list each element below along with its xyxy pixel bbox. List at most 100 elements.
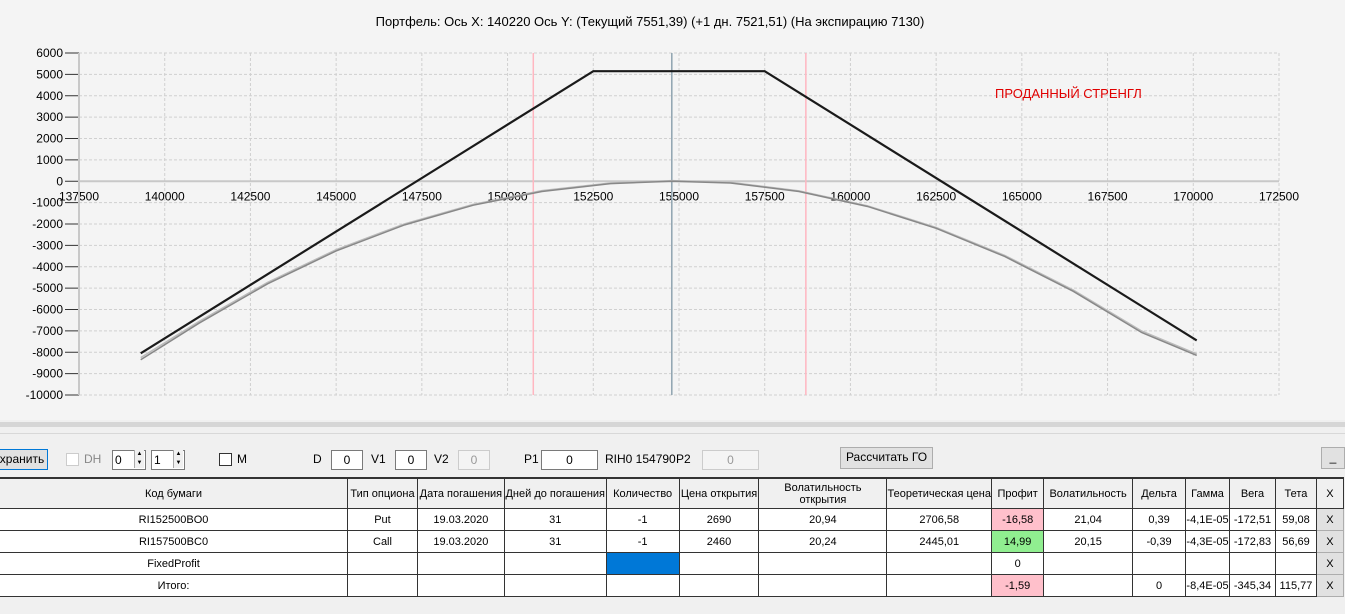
table-cell[interactable]: 2445,01 bbox=[886, 530, 993, 553]
column-header[interactable]: Волатильность bbox=[1043, 477, 1134, 509]
table-cell[interactable]: 20,94 bbox=[758, 508, 888, 531]
table-cell[interactable]: 0 bbox=[991, 552, 1045, 575]
table-cell[interactable]: 14,99 bbox=[991, 530, 1045, 553]
table-cell[interactable]: 2690 bbox=[678, 508, 760, 531]
table-cell[interactable] bbox=[605, 552, 680, 575]
column-header[interactable]: Цена открытия bbox=[678, 477, 760, 509]
table-cell[interactable]: -8,4E-05 bbox=[1185, 574, 1231, 597]
table-cell[interactable]: 0,39 bbox=[1132, 508, 1187, 531]
column-header[interactable]: Тета bbox=[1274, 477, 1317, 509]
table-cell[interactable]: -0,39 bbox=[1132, 530, 1187, 553]
column-header[interactable]: Количество bbox=[605, 477, 680, 509]
table-row: FixedProfit 0 X bbox=[0, 552, 1345, 575]
strategy-annotation: ПРОДАННЫЙ СТРЕНГЛ bbox=[995, 86, 1142, 101]
column-header[interactable]: Гамма bbox=[1185, 477, 1231, 509]
remove-row-button[interactable]: X bbox=[1315, 508, 1345, 531]
table-cell[interactable] bbox=[1132, 552, 1187, 575]
table-cell[interactable]: -1,59 bbox=[991, 574, 1045, 597]
table-cell[interactable]: -345,34 bbox=[1229, 574, 1276, 597]
save-button[interactable]: хранить bbox=[0, 449, 48, 470]
table-cell[interactable]: FixedProfit bbox=[0, 552, 349, 575]
y-tick-label: -8000 bbox=[32, 345, 63, 359]
spin1-updown-icon[interactable]: ▲ ▼ bbox=[134, 450, 144, 468]
table-cell[interactable]: 31 bbox=[503, 530, 607, 553]
m-checkbox[interactable] bbox=[219, 453, 232, 466]
table-cell[interactable] bbox=[1274, 552, 1317, 575]
x-tick-label: 147500 bbox=[402, 189, 442, 203]
table-cell[interactable]: -4,1E-05 bbox=[1185, 508, 1231, 531]
minimize-button[interactable]: _ bbox=[1321, 447, 1345, 469]
column-header[interactable]: Волатильность открытия bbox=[758, 477, 888, 509]
table-cell[interactable]: Call bbox=[347, 530, 418, 553]
remove-row-button[interactable]: X bbox=[1315, 530, 1345, 553]
calc-margin-button[interactable]: Рассчитать ГО bbox=[840, 447, 933, 469]
table-cell[interactable]: -1 bbox=[605, 530, 680, 553]
table-cell[interactable] bbox=[1229, 552, 1276, 575]
y-tick-label: 6000 bbox=[36, 46, 63, 60]
dh-label: DH bbox=[84, 452, 102, 466]
table-cell[interactable] bbox=[503, 574, 607, 597]
column-header[interactable]: X bbox=[1315, 477, 1345, 509]
column-header[interactable]: Дней до погашения bbox=[503, 477, 607, 509]
table-cell[interactable] bbox=[605, 574, 680, 597]
table-cell[interactable]: -16,58 bbox=[991, 508, 1045, 531]
table-cell[interactable] bbox=[503, 552, 607, 575]
table-cell[interactable]: -172,83 bbox=[1229, 530, 1276, 553]
table-cell[interactable]: 31 bbox=[503, 508, 607, 531]
y-tick-label: 0 bbox=[56, 174, 63, 188]
table-cell[interactable]: -4,3E-05 bbox=[1185, 530, 1231, 553]
column-header[interactable]: Профит bbox=[991, 477, 1045, 509]
table-cell[interactable]: 115,77 bbox=[1274, 574, 1317, 597]
table-cell[interactable] bbox=[416, 574, 505, 597]
table-cell[interactable]: 21,04 bbox=[1043, 508, 1134, 531]
p1-input[interactable]: 0 bbox=[541, 450, 598, 470]
table-cell[interactable]: Итого: bbox=[0, 574, 349, 597]
table-cell[interactable] bbox=[1043, 574, 1134, 597]
p2-input[interactable]: 0 bbox=[702, 450, 759, 470]
table-cell[interactable] bbox=[886, 552, 993, 575]
remove-row-button[interactable]: X bbox=[1315, 552, 1345, 575]
table-cell[interactable]: -172,51 bbox=[1229, 508, 1276, 531]
table-cell[interactable] bbox=[347, 574, 418, 597]
column-header[interactable]: Дата погашения bbox=[416, 477, 505, 509]
column-header[interactable]: Код бумаги bbox=[0, 477, 349, 509]
v1-input[interactable]: 0 bbox=[395, 450, 427, 470]
table-cell[interactable]: 2460 bbox=[678, 530, 760, 553]
table-cell[interactable] bbox=[678, 574, 760, 597]
table-cell[interactable]: RI157500BC0 bbox=[0, 530, 349, 553]
table-cell[interactable]: 20,15 bbox=[1043, 530, 1134, 553]
y-tick-label: -5000 bbox=[32, 281, 63, 295]
table-cell[interactable]: 59,08 bbox=[1274, 508, 1317, 531]
table-cell[interactable]: 0 bbox=[1132, 574, 1187, 597]
column-header[interactable]: Тип опциона bbox=[347, 477, 418, 509]
spin1-value: 0 bbox=[115, 453, 122, 467]
table-cell[interactable]: Put bbox=[347, 508, 418, 531]
table-cell[interactable]: 56,69 bbox=[1274, 530, 1317, 553]
x-tick-label: 145000 bbox=[316, 189, 356, 203]
table-cell[interactable]: 19.03.2020 bbox=[416, 508, 505, 531]
column-header[interactable]: Вега bbox=[1229, 477, 1276, 509]
spin2-updown-icon[interactable]: ▲ ▼ bbox=[173, 450, 183, 468]
y-tick-label: 4000 bbox=[36, 89, 63, 103]
table-cell[interactable]: 20,24 bbox=[758, 530, 888, 553]
table-cell[interactable] bbox=[758, 552, 888, 575]
table-cell[interactable] bbox=[758, 574, 888, 597]
remove-row-button[interactable]: X bbox=[1315, 574, 1345, 597]
column-header[interactable]: Дельта bbox=[1132, 477, 1187, 509]
table-cell[interactable] bbox=[347, 552, 418, 575]
x-tick-label: 140000 bbox=[145, 189, 185, 203]
table-cell[interactable]: 2706,58 bbox=[886, 508, 993, 531]
table-cell[interactable] bbox=[678, 552, 760, 575]
table-cell[interactable]: -1 bbox=[605, 508, 680, 531]
table-cell[interactable] bbox=[1185, 552, 1231, 575]
table-cell[interactable] bbox=[886, 574, 993, 597]
d-input[interactable]: 0 bbox=[331, 450, 363, 470]
v2-input[interactable]: 0 bbox=[458, 450, 490, 470]
table-cell[interactable]: 19.03.2020 bbox=[416, 530, 505, 553]
table-cell[interactable] bbox=[416, 552, 505, 575]
splitter[interactable] bbox=[0, 422, 1345, 427]
table-cell[interactable] bbox=[1043, 552, 1134, 575]
dh-checkbox[interactable] bbox=[66, 453, 79, 466]
column-header[interactable]: Теоретическая цена bbox=[886, 477, 993, 509]
table-cell[interactable]: RI152500BO0 bbox=[0, 508, 349, 531]
